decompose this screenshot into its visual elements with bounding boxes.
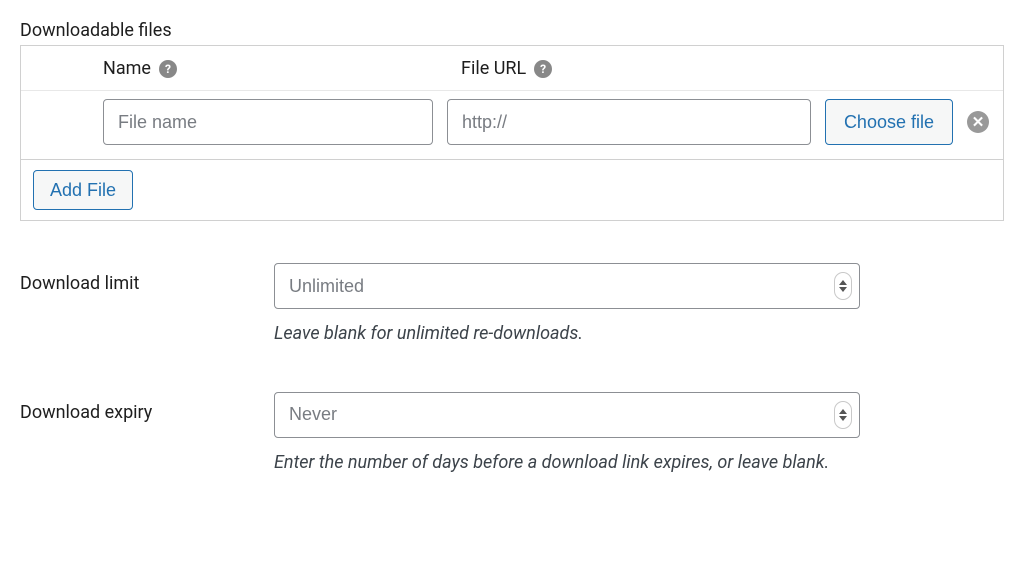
url-column-header: File URL ? <box>461 58 989 79</box>
download-expiry-input[interactable] <box>274 392 860 438</box>
remove-file-icon[interactable]: ✕ <box>967 111 989 133</box>
downloadable-files-box: Name ? File URL ? Choose file ✕ Add File <box>20 45 1004 221</box>
download-limit-input[interactable] <box>274 263 860 309</box>
download-limit-stepper <box>274 263 860 309</box>
download-limit-label: Download limit <box>20 263 274 294</box>
chevron-down-icon[interactable] <box>839 416 847 421</box>
files-footer: Add File <box>21 159 1003 220</box>
file-name-input[interactable] <box>103 99 433 145</box>
download-limit-row: Download limit Leave blank for unlimited… <box>20 263 1004 350</box>
stepper-arrows <box>834 272 852 300</box>
chevron-up-icon[interactable] <box>839 280 847 285</box>
files-header-row: Name ? File URL ? <box>21 46 1003 91</box>
download-expiry-label: Download expiry <box>20 392 274 423</box>
chevron-up-icon[interactable] <box>839 409 847 414</box>
file-row: Choose file ✕ <box>103 91 989 145</box>
downloadable-files-label: Downloadable files <box>20 20 1004 41</box>
add-file-button[interactable]: Add File <box>33 170 133 210</box>
file-url-input[interactable] <box>447 99 811 145</box>
help-icon[interactable]: ? <box>159 60 177 78</box>
name-column-header: Name ? <box>103 58 447 79</box>
help-icon[interactable]: ? <box>534 60 552 78</box>
name-header-text: Name <box>103 58 151 79</box>
stepper-arrows <box>834 401 852 429</box>
download-expiry-row: Download expiry Enter the number of days… <box>20 392 1004 479</box>
download-limit-help: Leave blank for unlimited re-downloads. <box>274 319 860 350</box>
chevron-down-icon[interactable] <box>839 287 847 292</box>
files-input-row-wrap: Choose file ✕ <box>21 90 1003 159</box>
download-expiry-stepper <box>274 392 860 438</box>
download-expiry-help: Enter the number of days before a downlo… <box>274 448 860 479</box>
choose-file-button[interactable]: Choose file <box>825 99 953 145</box>
url-header-text: File URL <box>461 58 526 79</box>
